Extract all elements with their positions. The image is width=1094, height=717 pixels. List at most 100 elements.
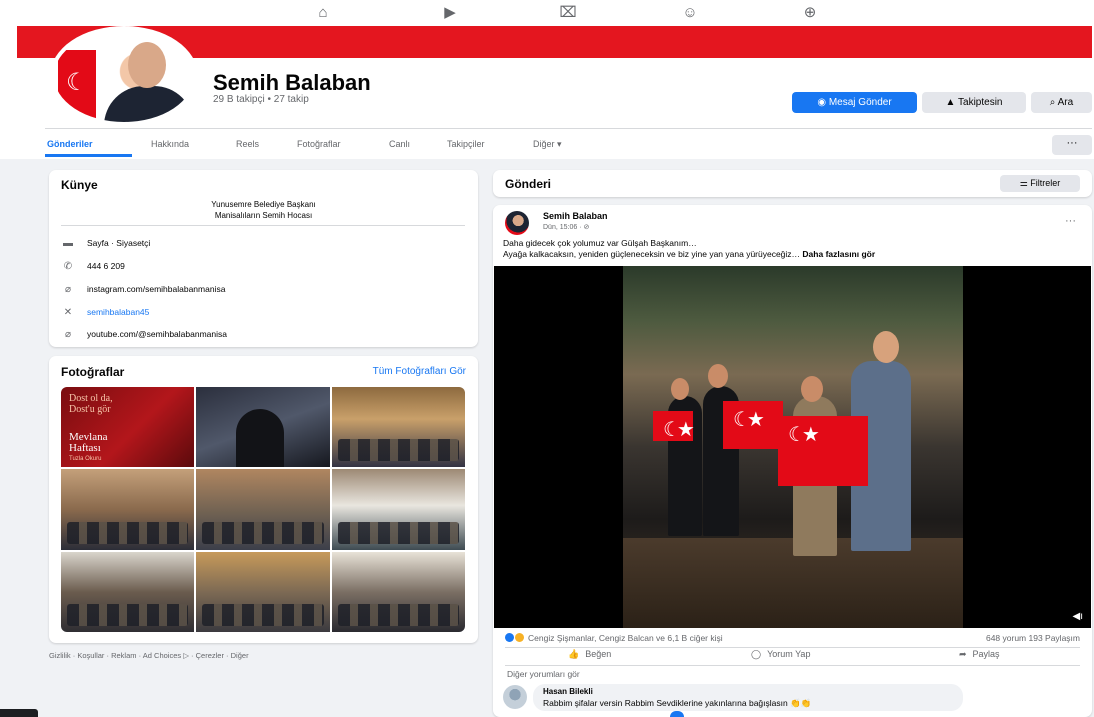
marketplace-icon[interactable]: ⌧ — [558, 3, 578, 23]
tab-live[interactable]: Canlı — [389, 139, 410, 149]
photo-thumbnail[interactable] — [331, 469, 465, 550]
photo-thumbnail[interactable] — [196, 551, 330, 632]
poster-line-1: Dost ol da, — [69, 393, 113, 404]
share-button[interactable]: ➦ Paylaş — [959, 649, 1000, 665]
see-more-comments-link[interactable]: Diğer yorumları gör — [507, 669, 580, 679]
poster-text: Dost ol da, Dost'u gör — [69, 393, 113, 415]
video-frame — [623, 266, 963, 628]
photo-thumbnail[interactable] — [331, 387, 465, 468]
comment-button[interactable]: ◯ Yorum Yap — [751, 649, 810, 665]
search-button[interactable]: ⌕ Ara — [1031, 92, 1092, 113]
status-chip — [0, 709, 38, 717]
photos-card: Fotoğraflar Tüm Fotoğrafları Gör Dost ol… — [49, 356, 478, 643]
photo-thumbnail[interactable] — [61, 469, 195, 550]
new-comments-indicator[interactable] — [670, 711, 684, 717]
video-head — [708, 364, 728, 388]
intro-row-instagram[interactable]: ⌀ instagram.com/semihbalabanmanisa — [61, 284, 225, 300]
tab-reels[interactable]: Reels — [236, 139, 259, 149]
turkish-flag-icon — [58, 50, 96, 120]
profile-avatar[interactable] — [50, 26, 198, 126]
poster-line-2: Dost'u gör — [69, 404, 111, 415]
video-head — [671, 378, 689, 400]
post-options-icon[interactable]: ··· — [1065, 215, 1076, 227]
post-video[interactable]: ◀ı — [494, 266, 1091, 628]
video-head — [873, 331, 899, 363]
like-button[interactable]: 👍 Beğen — [568, 649, 611, 665]
tab-posts[interactable]: Gönderiler — [47, 139, 93, 149]
poster-title-2: Haftası — [69, 442, 101, 454]
commenter-name[interactable]: Hasan Bilekli — [543, 687, 593, 696]
post-timestamp[interactable]: Dün, 15:06 · ⊘ — [543, 223, 589, 231]
intro-row-category: ▬ Sayfa · Siyasetçi — [61, 238, 150, 254]
intro-row-youtube[interactable]: ⌀ youtube.com/@semihbalabanmanisa — [61, 329, 227, 345]
tab-more[interactable]: Diğer ▾ — [533, 139, 562, 150]
post-text: Daha gidecek çok yolumuz var Gülşah Başk… — [503, 238, 1083, 260]
post-author[interactable]: Semih Balaban — [543, 211, 608, 221]
active-tab-indicator — [45, 154, 132, 157]
share-label: Paylaş — [972, 649, 1000, 659]
photos-title: Fotoğraflar — [61, 365, 125, 379]
phone-icon: ✆ — [63, 261, 73, 272]
header-divider — [45, 128, 1092, 129]
thumbs-up-icon: 👍 — [568, 649, 580, 659]
video-icon[interactable]: ▶ — [440, 3, 460, 23]
photo-thumbnail[interactable]: Dost ol da, Dost'u gör Mevlana Haftası Tuz… — [61, 387, 195, 468]
filter-icon: ⚌ — [1019, 178, 1031, 188]
post-card: Semih Balaban Dün, 15:06 · ⊘ ··· Daha gi… — [493, 205, 1092, 717]
filters-button[interactable]: ⚌ Filtreler — [1000, 175, 1080, 192]
photo-people — [337, 439, 459, 462]
bio-divider — [61, 225, 465, 226]
reactions-text: Cengiz Şişmanlar, Cengiz Balcan ve 6,1 B… — [528, 633, 723, 643]
profile-stats[interactable]: 29 B takipçi • 27 takip — [213, 94, 309, 105]
tab-about[interactable]: Hakkında — [151, 139, 189, 149]
post-author-avatar[interactable] — [505, 211, 529, 235]
photo-thumbnail[interactable] — [196, 469, 330, 550]
following-button[interactable]: ▲ Takiptesin — [922, 92, 1026, 113]
commenter-avatar[interactable] — [503, 685, 527, 709]
follow-icon: ▲ — [945, 97, 959, 108]
intro-title: Künye — [61, 178, 98, 192]
x-link[interactable]: semihbalaban45 — [87, 307, 149, 317]
photo-people — [67, 604, 189, 626]
care-reaction-icon — [515, 633, 524, 642]
like-reaction-icon — [505, 633, 514, 642]
photo-thumbnail[interactable] — [331, 551, 465, 632]
tab-followers[interactable]: Takipçiler — [447, 139, 485, 149]
posts-header: Gönderi ⚌ Filtreler — [493, 170, 1092, 197]
send-message-button[interactable]: ◉ Mesaj Gönder — [792, 92, 917, 113]
photo-people — [202, 604, 324, 626]
comment-share-counts[interactable]: 648 yorum 193 Paylaşım — [986, 633, 1080, 643]
profile-name: Semih Balaban — [213, 70, 371, 95]
photo-thumbnail[interactable] — [196, 387, 330, 468]
search-icon: ⌕ — [1049, 97, 1058, 108]
more-options-button[interactable]: ··· — [1052, 135, 1092, 155]
category-text: Sayfa · Siyasetçi — [87, 238, 151, 248]
actions-divider-bottom — [505, 665, 1080, 666]
intro-row-x[interactable]: ✕ semihbalaban45 — [61, 307, 150, 323]
see-more-link[interactable]: Daha fazlasını gör — [802, 249, 875, 259]
youtube-link[interactable]: youtube.com/@semihbalabanmanisa — [87, 329, 227, 339]
avatar-face — [128, 42, 166, 88]
groups-icon[interactable]: ☺ — [680, 3, 700, 23]
volume-icon[interactable]: ◀ı — [1073, 611, 1083, 622]
bio-line-2: Manisalıların Semih Hocası — [214, 211, 313, 220]
share-icon: ➦ — [959, 649, 967, 659]
photo-people — [67, 521, 189, 544]
footer-links[interactable]: Gizlilik · Koşullar · Reklam · Ad Choice… — [49, 651, 249, 660]
reactions-summary[interactable]: Cengiz Şişmanlar, Cengiz Balcan ve 6,1 B… — [505, 633, 723, 643]
poster-title: Mevlana Haftası — [69, 432, 107, 454]
see-all-photos-link[interactable]: Tüm Fotoğrafları Gör — [373, 366, 466, 377]
like-label: Beğen — [585, 649, 612, 659]
gaming-icon[interactable]: ⊕ — [800, 3, 820, 23]
home-icon[interactable]: ⌂ — [313, 3, 333, 23]
bio-line-1: Yunusemre Belediye Başkanı — [211, 200, 316, 209]
photo-people — [202, 521, 324, 544]
intro-card: Künye Yunusemre Belediye Başkanı Manisal… — [49, 170, 478, 347]
turkish-flag-icon — [778, 416, 868, 486]
intro-row-phone: ✆ 444 6 209 — [61, 261, 125, 277]
messenger-icon: ◉ — [817, 97, 829, 108]
photo-thumbnail[interactable] — [61, 551, 195, 632]
post-text-line-1: Daha gidecek çok yolumuz var Gülşah Başk… — [503, 238, 697, 248]
tab-photos[interactable]: Fotoğraflar — [297, 139, 341, 149]
instagram-link[interactable]: instagram.com/semihbalabanmanisa — [87, 284, 225, 294]
